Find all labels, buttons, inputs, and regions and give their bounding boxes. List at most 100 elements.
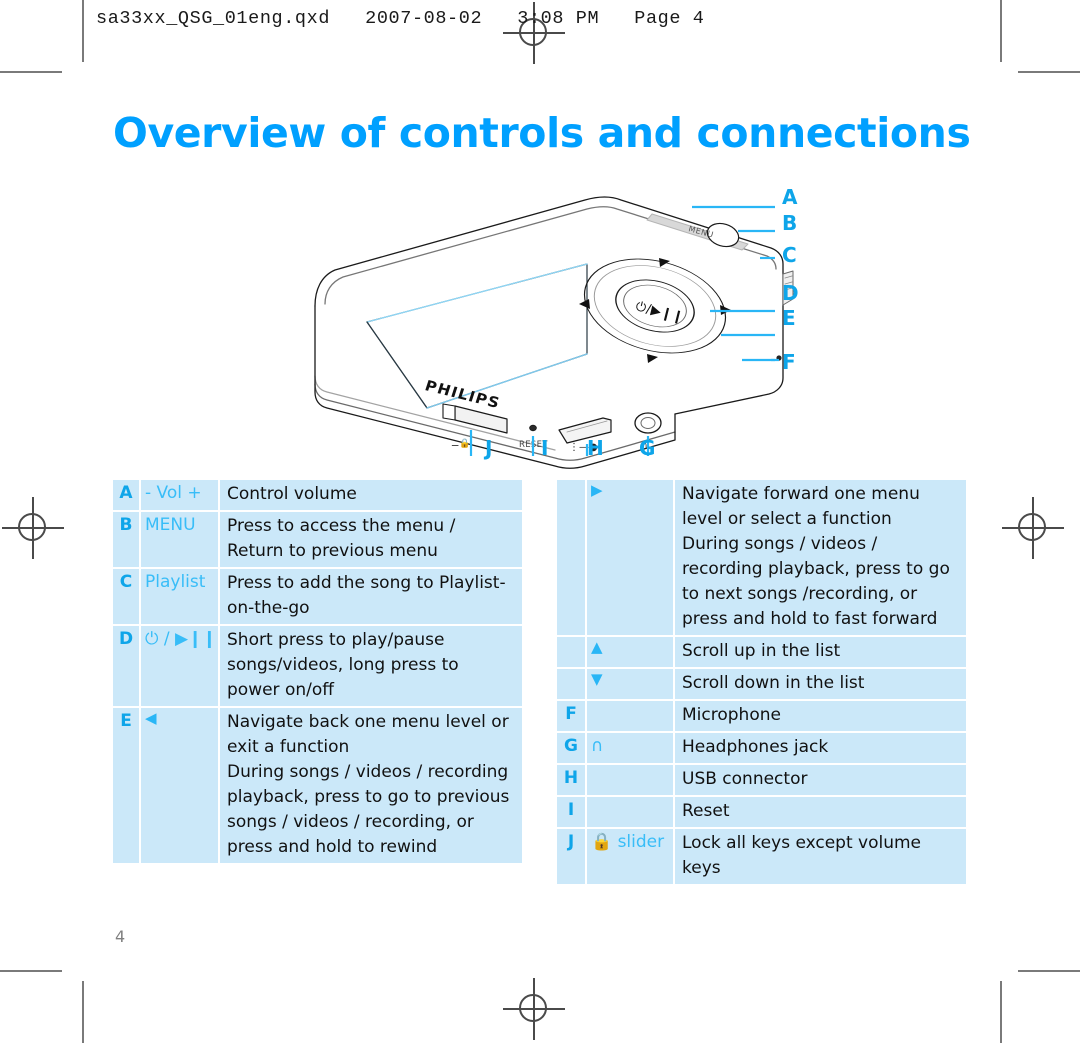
legend-description: Short press to play/pause songs/videos, …	[220, 626, 522, 706]
callout-letter-b: B	[782, 211, 798, 235]
legend-desc-line: Navigate forward one menu	[682, 484, 920, 504]
legend-row: E ◀ Navigate back one menu level or exit…	[113, 707, 522, 863]
legend-desc-line: Reset	[682, 800, 730, 821]
crop-mark-top-right-vertical	[1000, 0, 1002, 62]
legend-row: B MENU Press to access the menu / Return…	[113, 511, 522, 569]
controls-legend-left: A - Vol + Control volume B MENU Press to…	[113, 480, 522, 863]
legend-control-down-arrow-icon: ▼	[587, 668, 675, 699]
crop-mark-bottom-left-vertical	[82, 981, 84, 1043]
legend-desc-line: Headphones jack	[682, 736, 829, 757]
legend-description: Navigate back one menu level or exit a f…	[220, 708, 522, 863]
legend-desc-line: Lock all keys except volume	[682, 832, 922, 853]
legend-control	[587, 796, 675, 827]
legend-row: F Microphone	[557, 700, 966, 733]
callout-letter-g: G	[639, 436, 656, 460]
legend-control-right-arrow-icon: ▶	[587, 480, 675, 635]
legend-control: - Vol +	[141, 480, 220, 510]
callout-letter-h: H	[587, 436, 604, 460]
legend-letter: H	[557, 764, 587, 795]
legend-row: ▲ Scroll up in the list	[557, 636, 966, 669]
legend-desc-line: on-the-go	[227, 597, 310, 618]
legend-description: Reset	[675, 797, 966, 827]
legend-desc-line: Control volume	[227, 484, 357, 504]
legend-desc-line: Return to previous menu	[227, 540, 438, 561]
legend-letter: A	[113, 480, 141, 510]
legend-desc-line: playback, press to go to previous	[227, 786, 510, 807]
crop-mark-top-left-horizontal	[0, 71, 62, 73]
crop-mark-bottom-right-vertical	[1000, 981, 1002, 1043]
legend-letter: F	[557, 700, 587, 731]
legend-desc-line: Press to access the menu /	[227, 515, 456, 536]
legend-desc-line: Scroll down in the list	[682, 672, 865, 693]
legend-row: J 🔒 slider Lock all keys except volume k…	[557, 828, 966, 884]
legend-desc-line: exit a function	[227, 736, 350, 757]
legend-letter: I	[557, 796, 587, 827]
svg-text:⚊🔒: ⚊🔒	[451, 438, 470, 449]
legend-letter: G	[557, 732, 587, 763]
callout-letter-e: E	[782, 306, 796, 330]
legend-description: Scroll up in the list	[675, 637, 966, 667]
legend-letter: J	[557, 828, 587, 884]
registration-mark-left	[2, 497, 64, 559]
legend-desc-line: songs/videos, long press to	[227, 654, 459, 675]
legend-control-left-arrow-icon: ◀	[141, 707, 220, 863]
legend-description: Microphone	[675, 701, 966, 731]
legend-row: C Playlist Press to add the song to Play…	[113, 568, 522, 626]
legend-control	[587, 764, 675, 795]
legend-description: Press to access the menu / Return to pre…	[220, 512, 522, 567]
device-illustration: PHILIPS MENU ⏻/▶❙❙ ⚊🔒 RESET ⋮—● ∩	[255, 178, 815, 473]
legend-desc-line: press and hold to rewind	[227, 836, 438, 857]
legend-control	[587, 700, 675, 731]
callout-letter-f: F	[782, 350, 796, 374]
callout-letter-j: J	[485, 436, 493, 460]
callout-letter-a: A	[782, 185, 798, 209]
legend-desc-line: level or select a function	[682, 508, 892, 529]
legend-desc-line: USB connector	[682, 768, 808, 789]
legend-desc-line: power on/off	[227, 679, 334, 700]
legend-control: Playlist	[141, 568, 220, 624]
legend-desc-line: press and hold to fast forward	[682, 608, 938, 629]
legend-row: I Reset	[557, 796, 966, 829]
legend-description: Scroll down in the list	[675, 669, 966, 699]
legend-control-up-arrow-icon: ▲	[587, 636, 675, 667]
legend-row: A - Vol + Control volume	[113, 480, 522, 512]
legend-row: G ∩ Headphones jack	[557, 732, 966, 765]
legend-letter	[557, 668, 587, 699]
callout-letter-d: D	[782, 281, 799, 305]
legend-desc-line: Scroll up in the list	[682, 640, 841, 661]
legend-control-headphones-icon: ∩	[587, 732, 675, 763]
legend-row: ▼ Scroll down in the list	[557, 668, 966, 701]
legend-control: MENU	[141, 511, 220, 567]
legend-description: USB connector	[675, 765, 966, 795]
legend-control-power-play-icon: ⏻ / ▶❙❙	[141, 625, 220, 706]
legend-description: Navigate forward one menu level or selec…	[675, 480, 966, 635]
legend-desc-line: Microphone	[682, 704, 781, 725]
legend-letter: E	[113, 707, 141, 863]
legend-desc-line: Navigate back one menu level or	[227, 711, 509, 732]
legend-desc-line: Short press to play/pause	[227, 629, 445, 650]
legend-description: Press to add the song to Playlist- on-th…	[220, 569, 522, 624]
legend-row: D ⏻ / ▶❙❙ Short press to play/pause song…	[113, 625, 522, 708]
legend-desc-line: to next songs /recording, or	[682, 583, 918, 604]
callout-letter-i: I	[541, 436, 549, 460]
page-number: 4	[115, 927, 126, 946]
page-title: Overview of controls and connections	[113, 109, 971, 157]
controls-legend-right: ▶ Navigate forward one menu level or sel…	[557, 480, 966, 884]
legend-row: ▶ Navigate forward one menu level or sel…	[557, 480, 966, 637]
crop-mark-top-left-vertical	[82, 0, 84, 62]
registration-mark-bottom	[503, 978, 565, 1040]
legend-desc-line: Press to add the song to Playlist-	[227, 572, 506, 593]
legend-letter: B	[113, 511, 141, 567]
legend-row: H USB connector	[557, 764, 966, 797]
print-file-header: sa33xx_QSG_01eng.qxd 2007-08-02 3:08 PM …	[96, 8, 705, 29]
legend-desc-line: recording playback, press to go	[682, 558, 950, 579]
legend-letter: C	[113, 568, 141, 624]
callout-letter-c: C	[782, 243, 797, 267]
registration-mark-right	[1002, 497, 1064, 559]
crop-mark-top-right-horizontal	[1018, 71, 1080, 73]
legend-letter: D	[113, 625, 141, 706]
legend-description: Control volume	[220, 480, 522, 510]
legend-desc-line: keys	[682, 857, 721, 878]
legend-letter	[557, 636, 587, 667]
legend-description: Headphones jack	[675, 733, 966, 763]
